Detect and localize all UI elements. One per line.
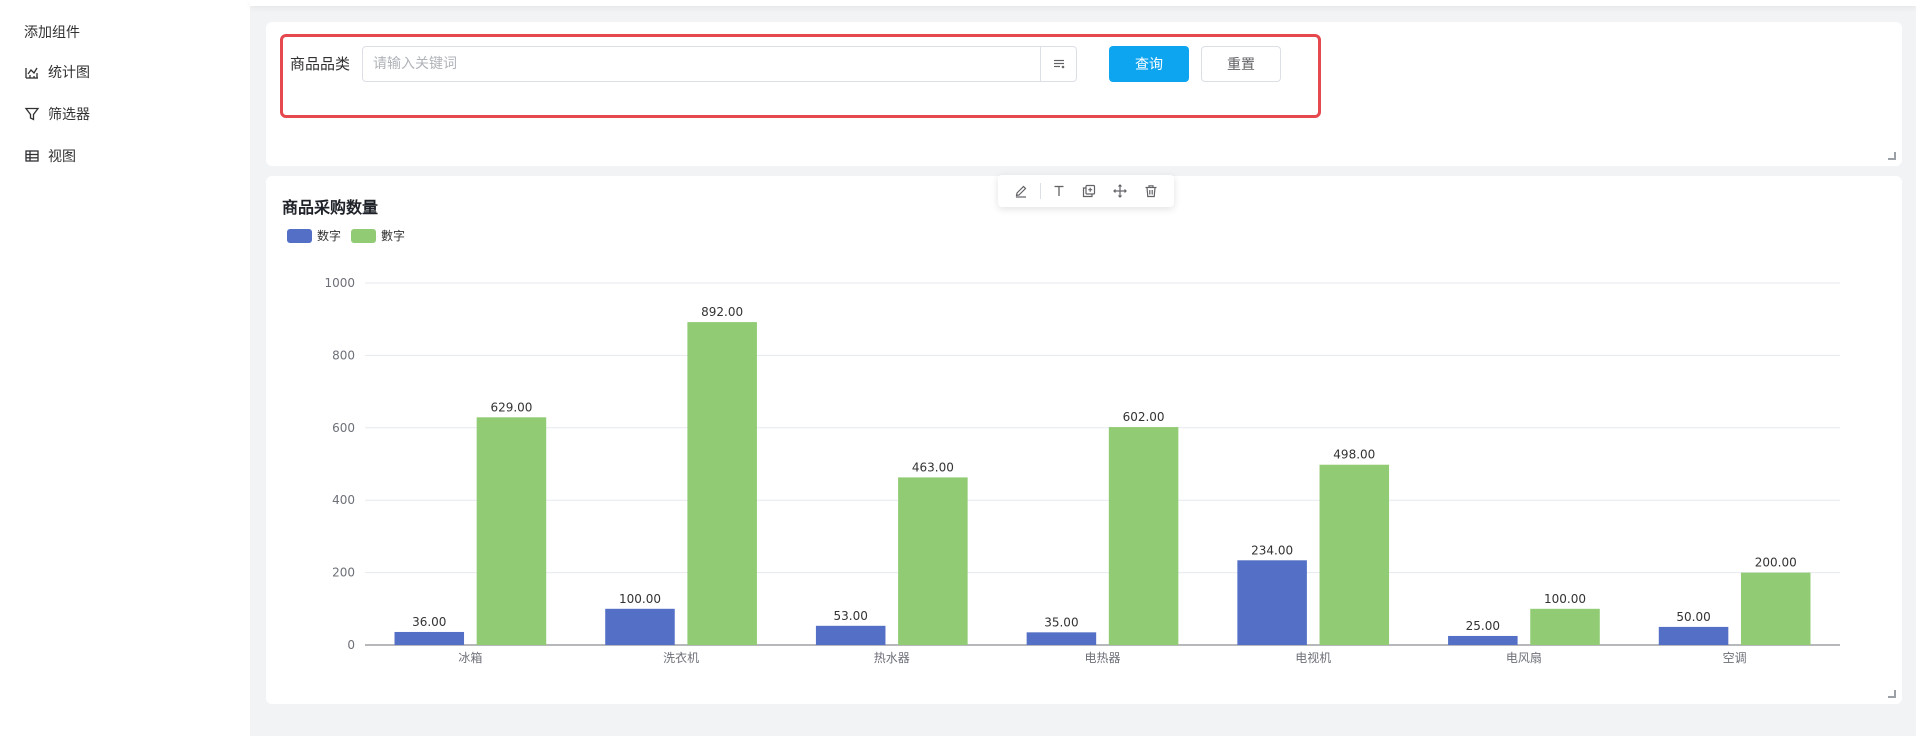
data-label: 100.00 bbox=[1544, 592, 1586, 606]
sidebar-item-label: 筛选器 bbox=[48, 107, 90, 123]
delete-button[interactable] bbox=[1135, 175, 1166, 207]
x-tick-label: 空调 bbox=[1723, 651, 1747, 665]
toolbar-divider bbox=[1039, 183, 1041, 199]
bar-2 bbox=[1740, 572, 1811, 645]
table-icon bbox=[25, 150, 39, 162]
list-icon bbox=[1053, 59, 1064, 69]
data-label: 892.00 bbox=[701, 305, 743, 319]
bar-1 bbox=[394, 631, 465, 645]
legend-item-series-2[interactable]: 數字 bbox=[351, 227, 405, 244]
data-label: 629.00 bbox=[490, 400, 532, 414]
y-tick-label: 400 bbox=[332, 493, 355, 507]
x-tick-label: 洗衣机 bbox=[663, 650, 699, 665]
bar-2 bbox=[1530, 608, 1600, 645]
text-icon bbox=[1054, 185, 1064, 196]
move-icon bbox=[1113, 184, 1127, 198]
y-tick-label: 800 bbox=[332, 348, 355, 362]
filter-label: 商品品类 bbox=[290, 55, 351, 73]
legend-label: 数字 bbox=[317, 229, 342, 243]
bar-2 bbox=[1319, 464, 1390, 645]
text-button[interactable] bbox=[1044, 175, 1075, 207]
sidebar-item-chart[interactable]: 统计图 bbox=[24, 60, 250, 84]
data-label: 463.00 bbox=[912, 460, 954, 474]
reset-button[interactable]: 重置 bbox=[1201, 46, 1281, 82]
data-label: 200.00 bbox=[1755, 556, 1797, 570]
x-tick-label: 电视机 bbox=[1295, 650, 1331, 665]
trash-icon bbox=[1145, 185, 1157, 198]
top-header-strip bbox=[250, 0, 1916, 6]
x-tick-label: 电热器 bbox=[1084, 651, 1120, 665]
resize-handle[interactable] bbox=[1888, 152, 1896, 160]
sidebar-title: 添加组件 bbox=[24, 25, 80, 41]
bar-1 bbox=[1026, 632, 1097, 645]
y-tick-label: 600 bbox=[332, 421, 355, 435]
component-toolbar bbox=[998, 175, 1174, 207]
x-tick-label: 热水器 bbox=[874, 651, 910, 665]
x-tick-label: 冰箱 bbox=[458, 650, 482, 665]
sidebar-item-label: 统计图 bbox=[48, 65, 90, 81]
data-label: 234.00 bbox=[1251, 543, 1293, 557]
legend-item-series-1[interactable]: 数字 bbox=[287, 227, 341, 244]
data-label: 36.00 bbox=[412, 615, 446, 629]
bar-2 bbox=[898, 477, 968, 645]
y-tick-label: 0 bbox=[347, 638, 355, 652]
copy-button[interactable] bbox=[1074, 175, 1105, 207]
chart-line-icon bbox=[25, 67, 38, 79]
data-label: 53.00 bbox=[834, 609, 868, 623]
move-button[interactable] bbox=[1105, 175, 1136, 207]
bar-1 bbox=[1237, 560, 1307, 645]
bar-1 bbox=[605, 608, 675, 645]
pencil-icon bbox=[1016, 185, 1027, 198]
bar-1 bbox=[1658, 626, 1729, 645]
copy-icon bbox=[1083, 184, 1096, 198]
data-label: 25.00 bbox=[1466, 619, 1500, 633]
y-tick-label: 200 bbox=[332, 566, 355, 580]
legend-label: 數字 bbox=[381, 229, 406, 243]
y-tick-label: 1000 bbox=[324, 276, 355, 290]
bar-1 bbox=[815, 625, 886, 645]
bar-2 bbox=[476, 417, 547, 645]
sidebar-item-view[interactable]: 视图 bbox=[24, 144, 250, 168]
query-button[interactable]: 查询 bbox=[1109, 46, 1189, 82]
data-label: 50.00 bbox=[1676, 610, 1710, 624]
bar-2 bbox=[1108, 427, 1179, 645]
chart-legend: 数字 數字 bbox=[287, 227, 415, 244]
data-label: 35.00 bbox=[1044, 615, 1078, 629]
resize-handle[interactable] bbox=[1888, 690, 1896, 698]
bar-2 bbox=[687, 322, 757, 645]
data-label: 100.00 bbox=[619, 592, 661, 606]
sidebar-item-filter[interactable]: 筛选器 bbox=[24, 102, 250, 126]
component-sidebar: 添加组件 统计图 筛选器 视图 bbox=[0, 0, 250, 736]
x-tick-label: 电风扇 bbox=[1506, 650, 1542, 665]
edit-button[interactable] bbox=[1006, 175, 1037, 207]
bar-1 bbox=[1448, 635, 1518, 645]
bar-chart: 0 200 400 600 800 1000 冰箱 36.00 629.00 洗衣机 100.00 8… bbox=[324, 276, 1840, 665]
sidebar-item-label: 视图 bbox=[48, 149, 76, 165]
data-label: 498.00 bbox=[1333, 448, 1375, 462]
chart-title: 商品采购数量 bbox=[282, 198, 379, 217]
input-list-button[interactable] bbox=[1040, 46, 1077, 82]
keyword-input[interactable] bbox=[362, 46, 1042, 82]
legend-swatch bbox=[287, 228, 312, 243]
data-label: 602.00 bbox=[1123, 410, 1165, 424]
filter-icon bbox=[24, 107, 40, 121]
legend-swatch bbox=[351, 228, 377, 243]
